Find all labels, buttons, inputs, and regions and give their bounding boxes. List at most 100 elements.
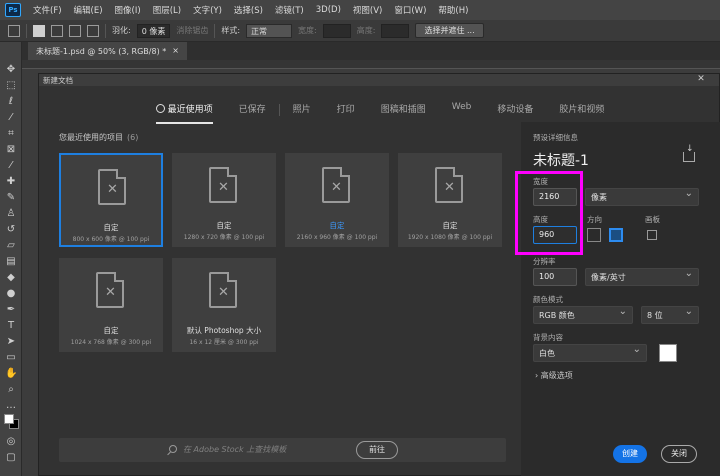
- document-icon: ✕: [209, 167, 237, 203]
- portrait-orientation-icon[interactable]: [609, 228, 623, 242]
- width-input[interactable]: [322, 23, 351, 38]
- menu-view[interactable]: 视图(V): [347, 4, 388, 16]
- recent-preset-card[interactable]: ✕ 自定 2160 x 960 像素 @ 100 ppi: [285, 153, 389, 247]
- document-tab-title: 未标题-1.psd @ 50% (3, RGB/8) *: [36, 47, 167, 56]
- create-button[interactable]: 创建: [613, 445, 647, 463]
- recent-preset-card[interactable]: ✕ 默认 Photoshop 大小 16 x 12 厘米 @ 300 ppi: [172, 258, 276, 352]
- orientation-label: 方向: [587, 215, 602, 224]
- quick-mask-icon[interactable]: ◎: [5, 436, 17, 448]
- blur-tool-icon[interactable]: ◆: [5, 272, 17, 284]
- type-tool-icon[interactable]: T: [5, 320, 17, 332]
- bit-depth-select[interactable]: 8 位: [641, 306, 699, 324]
- tab-photo[interactable]: 照片: [280, 98, 324, 122]
- landscape-orientation-icon[interactable]: [587, 228, 601, 242]
- stock-search-input[interactable]: 在 Adobe Stock 上查找模板: [183, 444, 286, 455]
- antialias-checkbox[interactable]: 消除锯齿: [176, 25, 208, 36]
- add-selection-icon[interactable]: [51, 24, 63, 37]
- move-tool-icon[interactable]: ✥: [5, 64, 17, 76]
- feather-input[interactable]: 0 像素: [136, 23, 171, 38]
- preset-name: 自定: [329, 221, 345, 230]
- preset-name: 自定: [442, 221, 458, 230]
- select-and-mask-button[interactable]: 选择并遮住 ...: [415, 23, 484, 38]
- clock-icon: [155, 104, 165, 113]
- close-button[interactable]: 关闭: [661, 445, 697, 463]
- preset-tabs: 最近使用项 已保存 照片 打印 图稿和插图 Web 移动设备 胶片和视频: [39, 98, 720, 124]
- menu-edit[interactable]: 编辑(E): [68, 4, 109, 16]
- search-icon: [169, 445, 177, 453]
- recent-preset-card[interactable]: ✕ 自定 1280 x 720 像素 @ 100 ppi: [172, 153, 276, 247]
- color-mode-select[interactable]: RGB 颜色: [533, 306, 633, 324]
- advanced-options-toggle[interactable]: › 高级选项: [535, 370, 573, 381]
- divider: [214, 23, 216, 38]
- zoom-tool-icon[interactable]: ⌕: [5, 384, 17, 396]
- resolution-unit-select[interactable]: 像素/英寸: [585, 268, 699, 286]
- tab-saved[interactable]: 已保存: [226, 98, 279, 122]
- height-input[interactable]: [381, 23, 410, 38]
- tab-recent[interactable]: 最近使用项: [143, 98, 226, 124]
- background-color-swatch[interactable]: [659, 344, 677, 362]
- document-tab-bar: 未标题-1.psd @ 50% (3, RGB/8) * ×: [22, 42, 720, 60]
- history-brush-icon[interactable]: ↺: [5, 224, 17, 236]
- recent-preset-card[interactable]: ✕ 自定 1920 x 1080 像素 @ 100 ppi: [398, 153, 502, 247]
- tab-art-illustration[interactable]: 图稿和插图: [368, 98, 439, 122]
- close-tab-icon[interactable]: ×: [172, 46, 179, 56]
- preset-name: 自定: [103, 326, 119, 335]
- crop-tool-icon[interactable]: ⌗: [5, 128, 17, 140]
- tab-print[interactable]: 打印: [324, 98, 368, 122]
- marquee-tool-icon[interactable]: [8, 24, 20, 37]
- tab-film-video[interactable]: 胶片和视频: [546, 98, 617, 122]
- menu-filter[interactable]: 滤镜(T): [269, 4, 310, 16]
- eraser-tool-icon[interactable]: ▱: [5, 240, 17, 252]
- document-tab[interactable]: 未标题-1.psd @ 50% (3, RGB/8) * ×: [28, 42, 187, 60]
- pen-tool-icon[interactable]: ✒: [5, 304, 17, 316]
- new-document-dialog: 新建文档 ✕ 最近使用项 已保存 照片 打印 图稿和插图 Web 移动设备 胶片…: [38, 73, 720, 476]
- marquee-tool-icon[interactable]: ⬚: [5, 80, 17, 92]
- recent-preset-card[interactable]: ✕ 自定 800 x 600 像素 @ 100 ppi: [59, 153, 163, 247]
- dialog-close-icon[interactable]: ✕: [695, 74, 707, 85]
- resolution-input[interactable]: 100: [533, 268, 577, 286]
- rectangle-tool-icon[interactable]: ▭: [5, 352, 17, 364]
- healing-brush-icon[interactable]: ✚: [5, 176, 17, 188]
- screen-mode-icon[interactable]: ▢: [5, 452, 17, 464]
- tab-mobile[interactable]: 移动设备: [484, 98, 546, 122]
- menu-3d[interactable]: 3D(D): [310, 5, 347, 15]
- menu-select[interactable]: 选择(S): [228, 4, 269, 16]
- dodge-tool-icon[interactable]: ●: [5, 288, 17, 300]
- menu-type[interactable]: 文字(Y): [187, 4, 228, 16]
- frame-tool-icon[interactable]: ⊠: [5, 144, 17, 156]
- document-name-field[interactable]: 未标题-1: [533, 150, 589, 170]
- style-select[interactable]: 正常: [246, 23, 293, 38]
- hand-tool-icon[interactable]: ✋: [5, 368, 17, 380]
- dialog-title: 新建文档: [39, 74, 719, 86]
- artboard-checkbox[interactable]: [647, 230, 657, 240]
- lasso-tool-icon[interactable]: ℓ: [5, 96, 17, 108]
- more-tools-icon[interactable]: …: [5, 400, 17, 412]
- divider: [26, 23, 27, 38]
- background-contents-select[interactable]: 白色: [533, 344, 647, 362]
- document-icon: ✕: [435, 167, 463, 203]
- feather-label: 羽化:: [112, 26, 131, 35]
- recent-preset-card[interactable]: ✕ 自定 1024 x 768 像素 @ 300 ppi: [59, 258, 163, 352]
- eyedropper-icon[interactable]: ⁄: [5, 160, 17, 172]
- clone-stamp-icon[interactable]: ♙: [5, 208, 17, 220]
- tab-web[interactable]: Web: [439, 98, 485, 122]
- document-icon: ✕: [209, 272, 237, 308]
- go-button[interactable]: 前往: [356, 441, 398, 459]
- path-selection-icon[interactable]: ➤: [5, 336, 17, 348]
- subtract-selection-icon[interactable]: [69, 24, 81, 37]
- foreground-color-swatch[interactable]: [4, 414, 14, 424]
- gradient-tool-icon[interactable]: ▤: [5, 256, 17, 268]
- menu-file[interactable]: 文件(F): [27, 4, 68, 16]
- menu-layer[interactable]: 图层(L): [147, 4, 187, 16]
- width-unit-select[interactable]: 像素: [585, 188, 699, 206]
- preset-dimensions: 1280 x 720 像素 @ 100 ppi: [183, 234, 265, 241]
- save-preset-icon[interactable]: [683, 144, 695, 162]
- intersect-selection-icon[interactable]: [87, 24, 99, 37]
- menu-image[interactable]: 图像(I): [109, 4, 147, 16]
- new-selection-icon[interactable]: [33, 24, 45, 37]
- magic-wand-icon[interactable]: ⁄: [5, 112, 17, 124]
- menu-help[interactable]: 帮助(H): [432, 4, 474, 16]
- menu-window[interactable]: 窗口(W): [388, 4, 432, 16]
- brush-tool-icon[interactable]: ✎: [5, 192, 17, 204]
- resolution-label: 分辨率: [533, 257, 556, 266]
